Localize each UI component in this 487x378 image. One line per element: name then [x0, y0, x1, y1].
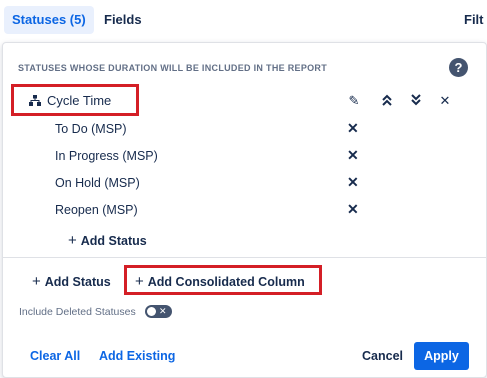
- tab-bar: Statuses (5) Fields Filt: [0, 0, 487, 40]
- add-status-button[interactable]: + Add Status: [32, 273, 111, 290]
- include-deleted-label: Include Deleted Statuses: [19, 306, 136, 318]
- status-label: To Do (MSP): [55, 122, 127, 136]
- add-existing-button[interactable]: Add Existing: [99, 349, 175, 363]
- add-status-to-group-button[interactable]: + Add Status: [68, 232, 147, 249]
- edit-icon[interactable]: ✎: [346, 93, 362, 109]
- toggle-knob: [147, 307, 156, 316]
- list-item: On Hold (MSP) ✕: [55, 174, 375, 194]
- cancel-button[interactable]: Cancel: [362, 349, 403, 363]
- tab-fields[interactable]: Fields: [96, 6, 150, 34]
- highlight-consolidated: [124, 265, 322, 295]
- apply-button[interactable]: Apply: [414, 342, 469, 370]
- clear-all-button[interactable]: Clear All: [30, 349, 80, 363]
- include-deleted-toggle[interactable]: ✕: [145, 305, 172, 318]
- tab-filters[interactable]: Filt: [464, 6, 484, 34]
- remove-status-icon[interactable]: ✕: [347, 174, 359, 191]
- plus-icon: +: [32, 273, 41, 290]
- add-status-label: Add Status: [44, 275, 111, 289]
- add-status-label: Add Status: [80, 234, 147, 248]
- help-icon[interactable]: ?: [449, 58, 468, 77]
- list-item: Reopen (MSP) ✕: [55, 201, 375, 221]
- move-down-icon[interactable]: [408, 93, 424, 109]
- remove-status-icon[interactable]: ✕: [347, 120, 359, 137]
- remove-status-icon[interactable]: ✕: [347, 147, 359, 164]
- status-label: On Hold (MSP): [55, 176, 140, 190]
- toggle-off-icon: ✕: [159, 306, 167, 316]
- highlight-cycle-time: [11, 84, 139, 116]
- status-label: Reopen (MSP): [55, 203, 138, 217]
- panel-heading: STATUSES WHOSE DURATION WILL BE INCLUDED…: [18, 63, 328, 73]
- plus-icon: +: [68, 232, 77, 249]
- remove-status-icon[interactable]: ✕: [347, 201, 359, 218]
- divider: [2, 257, 487, 258]
- list-item: In Progress (MSP) ✕: [55, 147, 375, 167]
- list-item: To Do (MSP) ✕: [55, 120, 375, 140]
- status-label: In Progress (MSP): [55, 149, 158, 163]
- tab-statuses[interactable]: Statuses (5): [4, 6, 94, 34]
- remove-group-icon[interactable]: ✕: [437, 93, 453, 109]
- move-up-icon[interactable]: [379, 93, 395, 109]
